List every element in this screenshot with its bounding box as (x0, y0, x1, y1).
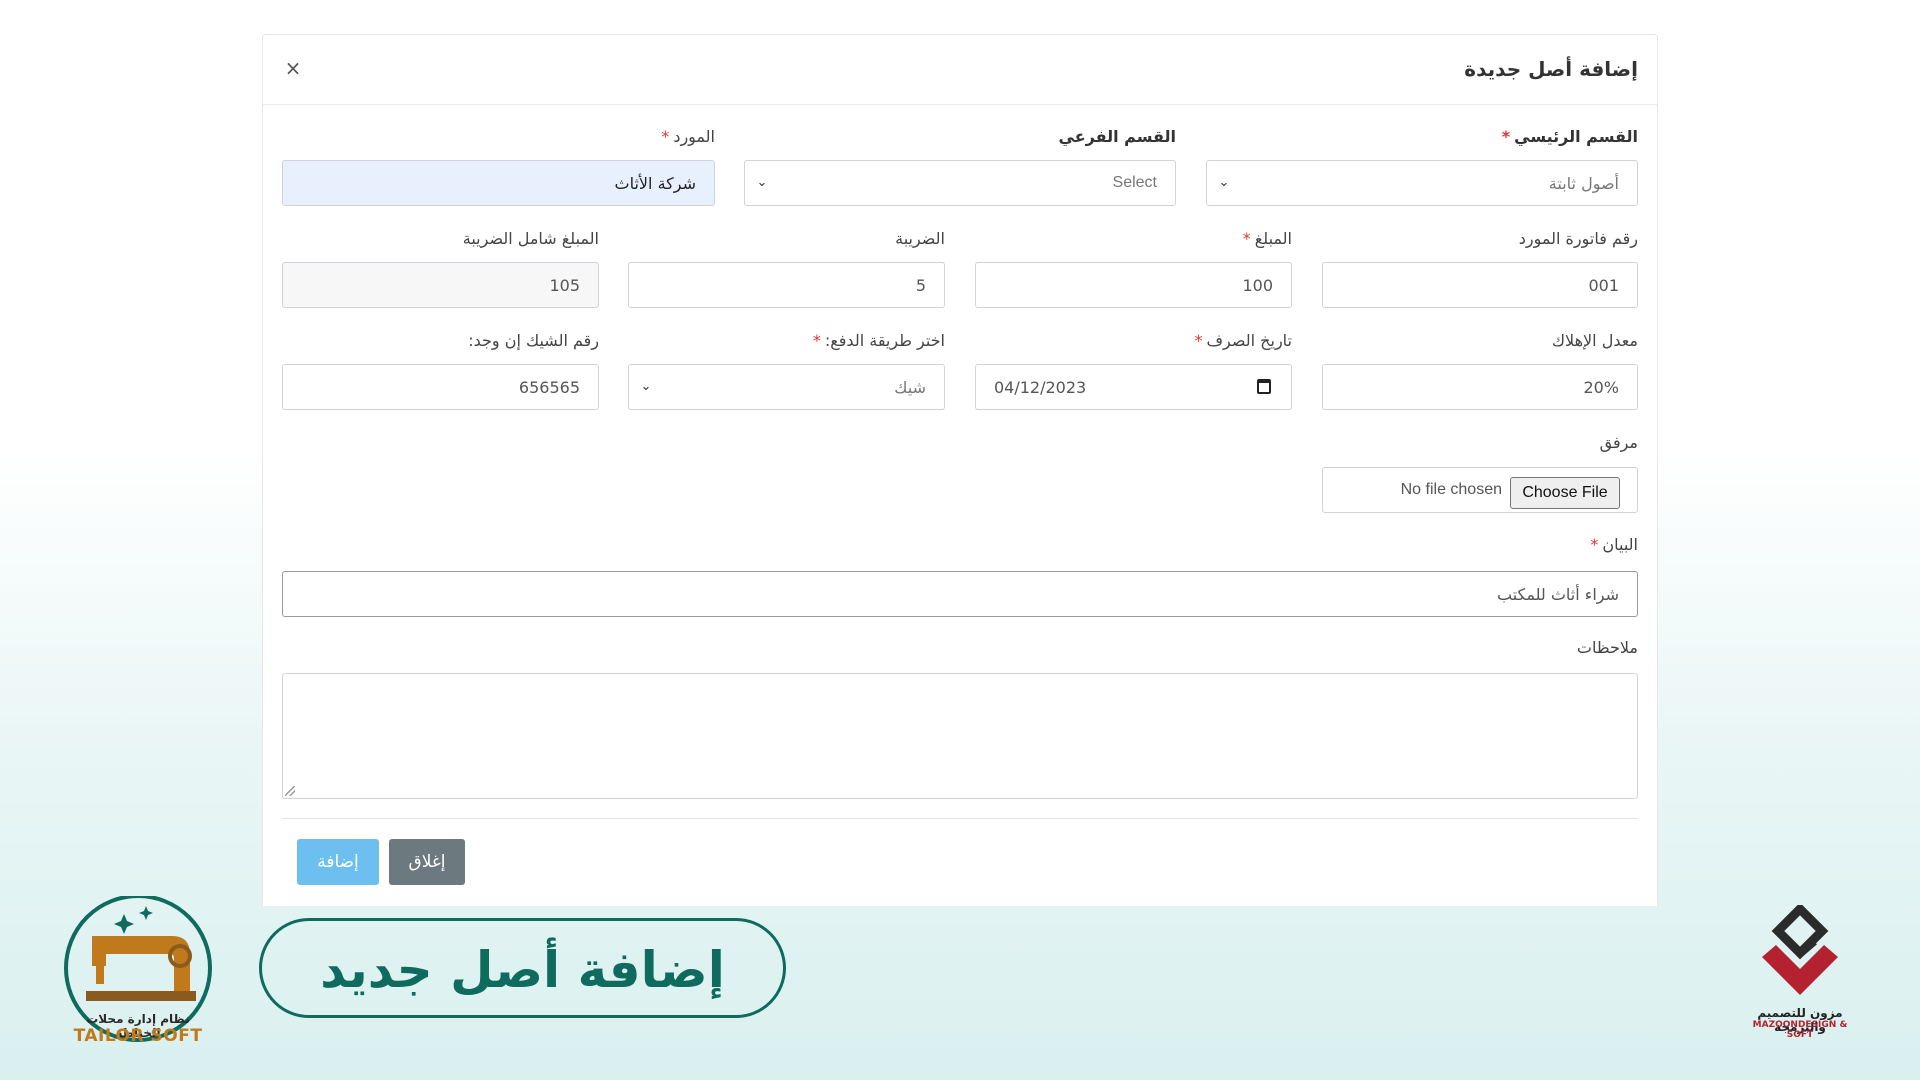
amount-with-tax-label: المبلغ شامل الضريبة (462, 229, 599, 248)
expense-date-label: تاريخ الصرف* (1194, 331, 1292, 350)
resize-grip-icon[interactable] (285, 786, 295, 796)
supplier-label: المورد* (661, 127, 715, 146)
footer-divider (282, 818, 1638, 819)
invoice-number-label: رقم فاتورة المورد (1518, 229, 1638, 248)
attachment-file-input[interactable]: Choose File No file chosen (1322, 467, 1638, 513)
close-button[interactable]: إغلاق (389, 839, 465, 885)
add-button[interactable]: إضافة (297, 839, 379, 885)
sub-section-label: القسم الفرعي (1058, 127, 1176, 146)
modal-header: إضافة أصل جديدة × (263, 35, 1657, 105)
main-section-select[interactable]: أصول ثابتة ⌄ (1206, 160, 1638, 206)
notes-label: ملاحظات (1576, 638, 1638, 657)
title-banner: إضافة أصل جديد (259, 918, 786, 1018)
chevron-down-icon: ⌄ (1218, 175, 1230, 190)
amount-label: المبلغ* (1242, 229, 1292, 248)
mazoon-english-name: MAZOONDESIGN & SOFT (1752, 1020, 1848, 1040)
main-section-label: القسم الرئيسي* (1501, 127, 1638, 146)
tax-label: الضريبة (895, 229, 945, 248)
mazoon-logo-icon (1762, 905, 1838, 995)
amount-input[interactable]: 100 (975, 262, 1292, 308)
add-asset-modal: إضافة أصل جديدة × القسم الرئيسي* أصول ثا… (262, 34, 1658, 906)
supplier-input[interactable]: شركة الأثاث (282, 160, 715, 206)
expense-date-input[interactable]: 04/12/2023 (975, 364, 1292, 410)
modal-title: إضافة أصل جديدة (1464, 57, 1638, 81)
statement-input[interactable]: شراء أثاث للمكتب (282, 571, 1638, 617)
brand-name: TAILOR SOFT (73, 1026, 203, 1046)
close-icon[interactable]: × (281, 55, 305, 81)
sub-section-select[interactable]: Select ⌄ (744, 160, 1176, 206)
calendar-icon[interactable] (1257, 379, 1271, 394)
tax-input[interactable]: 5 (628, 262, 945, 308)
check-number-label: رقم الشيك إن وجد: (468, 331, 599, 350)
attachment-label: مرفق (1599, 433, 1638, 452)
file-status: No file chosen (1400, 481, 1502, 498)
payment-method-label: اختر طريقة الدفع:* (812, 331, 945, 350)
depreciation-rate-label: معدل الإهلاك (1551, 331, 1638, 350)
choose-file-button[interactable]: Choose File (1510, 477, 1620, 509)
check-number-input[interactable]: 656565 (282, 364, 599, 410)
banner-text: إضافة أصل جديد (320, 941, 725, 999)
statement-label: البيان* (1590, 535, 1638, 554)
chevron-down-icon: ⌄ (756, 175, 768, 190)
depreciation-rate-input[interactable]: 20% (1322, 364, 1638, 410)
chevron-down-icon: ⌄ (640, 379, 652, 394)
notes-textarea[interactable] (282, 673, 1638, 799)
invoice-number-input[interactable]: 001 (1322, 262, 1638, 308)
payment-method-select[interactable]: شيك ⌄ (628, 364, 945, 410)
amount-with-tax-input[interactable]: 105 (282, 262, 599, 308)
